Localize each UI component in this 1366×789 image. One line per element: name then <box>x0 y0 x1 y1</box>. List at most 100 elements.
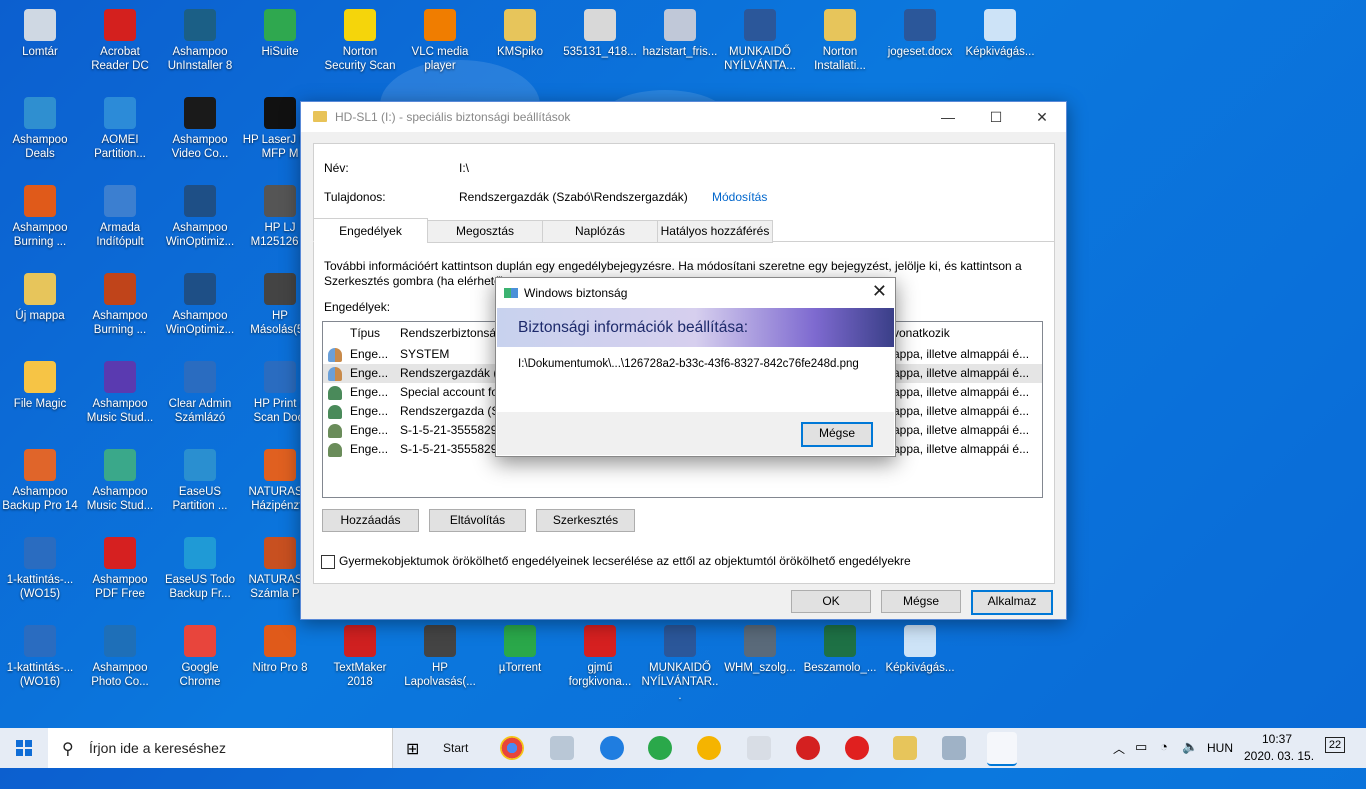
desktop-icon-label: MUNKAIDŐ NYÍLVÁNTA... <box>724 46 796 72</box>
desktop-icon[interactable]: HiSuite <box>241 1 319 59</box>
tab-effective-access[interactable]: Hatályos hozzáférés <box>657 220 773 243</box>
windows-start-icon[interactable] <box>16 740 32 756</box>
desktop-icon[interactable]: File Magic <box>1 353 79 411</box>
desktop-icon[interactable]: Ashampoo UnInstaller 8 <box>161 1 239 73</box>
desktop-icon[interactable]: MUNKAIDŐ NYÍLVÁNTAR... <box>641 617 719 703</box>
desktop-icon[interactable]: 535131_418... <box>561 1 639 59</box>
desktop-icon[interactable]: Ashampoo Music Stud... <box>81 441 159 513</box>
app-yellow-taskbar-icon[interactable] <box>697 736 721 760</box>
wifi-icon[interactable]: ◔ <box>1160 739 1168 779</box>
notification-center[interactable]: 22 <box>1322 737 1348 759</box>
desktop-icon[interactable]: EaseUS Partition ... <box>161 441 239 513</box>
folder-icon <box>504 9 536 41</box>
textmaker-taskbar-icon[interactable] <box>796 736 820 760</box>
desktop-icon[interactable]: Új mappa <box>1 265 79 323</box>
row-type: Enge... <box>350 366 389 380</box>
chrome-icon <box>184 625 216 657</box>
store-taskbar-icon[interactable] <box>747 736 771 760</box>
tab-permissions[interactable]: Engedélyek <box>313 218 428 242</box>
dialog-cancel-button[interactable]: Mégse <box>801 422 873 447</box>
desktop-icon-label: File Magic <box>13 398 67 410</box>
opera-taskbar-icon[interactable] <box>845 736 869 760</box>
desktop-icon[interactable]: Ashampoo PDF Free <box>81 529 159 601</box>
word-doc-icon <box>664 625 696 657</box>
desktop-icon[interactable]: EaseUS Todo Backup Fr... <box>161 529 239 601</box>
row-type: Enge... <box>350 404 389 418</box>
edge-taskbar-icon[interactable] <box>600 736 624 760</box>
desktop-icon[interactable]: Nitro Pro 8 <box>241 617 319 675</box>
desktop-icon[interactable]: HP Lapolvasás(... <box>401 617 479 689</box>
desktop-icon[interactable]: Norton Installati... <box>801 1 879 73</box>
desktop-icon[interactable]: TextMaker 2018 <box>321 617 399 689</box>
desktop-icon[interactable]: Lomtár <box>1 1 79 59</box>
row-principal: Rendszergazdák (Sz <box>400 366 498 380</box>
desktop-icon[interactable]: Norton Security Scan <box>321 1 399 73</box>
desktop-icon[interactable]: Képkivágás... <box>881 617 959 675</box>
remove-button[interactable]: Eltávolítás <box>429 509 526 532</box>
desktop-icon[interactable]: Ashampoo Burning ... <box>81 265 159 337</box>
close-button[interactable]: ✕ <box>1019 102 1065 132</box>
desktop-icon[interactable]: Beszamolo_... <box>801 617 879 675</box>
column-type[interactable]: Típus <box>350 324 380 343</box>
cancel-button[interactable]: Mégse <box>881 590 961 613</box>
desktop-icon[interactable]: Ashampoo Deals <box>1 89 79 161</box>
desktop-icon[interactable]: Ashampoo Burning ... <box>1 177 79 249</box>
app-green-taskbar-icon[interactable] <box>648 736 672 760</box>
paint-taskbar-icon[interactable] <box>942 736 966 760</box>
column-applies-to[interactable]: vonatkozik <box>893 324 1039 343</box>
clock-date[interactable]: 2020. 03. 15. <box>1244 749 1314 789</box>
row-applies-to: appa, illetve almappái é... <box>893 423 1030 437</box>
tab-auditing[interactable]: Naplózás <box>542 220 658 243</box>
task-view-icon[interactable]: ⊞ <box>406 739 419 759</box>
window-titlebar[interactable]: HD-SL1 (I:) - speciális biztonsági beáll… <box>301 102 1066 132</box>
taskbar-search[interactable]: ⚲ Írjon ide a kereséshez <box>48 728 393 768</box>
desktop-icon[interactable]: MUNKAIDŐ NYÍLVÁNTA... <box>721 1 799 73</box>
dialog-close-icon[interactable]: ✕ <box>872 281 887 302</box>
aomei-icon <box>104 97 136 129</box>
ok-button[interactable]: OK <box>791 590 871 613</box>
start-label[interactable]: Start <box>443 741 468 755</box>
owner-change-link[interactable]: Módosítás <box>712 190 767 204</box>
desktop-icon[interactable]: KMSpiko <box>481 1 559 59</box>
maximize-button[interactable]: ☐ <box>973 102 1019 132</box>
edit-button[interactable]: Szerkesztés <box>536 509 635 532</box>
file-explorer-taskbar-icon[interactable] <box>893 736 917 760</box>
explorer-active-taskbar-icon[interactable] <box>987 732 1017 766</box>
desktop-icon[interactable]: VLC media player <box>401 1 479 73</box>
desktop-icon[interactable]: Acrobat Reader DC <box>81 1 159 73</box>
desktop-icon[interactable]: AOMEI Partition... <box>81 89 159 161</box>
desktop-icon[interactable]: 1-kattintás-... (WO15) <box>1 529 79 601</box>
desktop-icon[interactable]: jogeset.docx <box>881 1 959 59</box>
desktop-icon[interactable]: Clear Admin Számlázó <box>161 353 239 425</box>
desktop-icon[interactable]: Ashampoo WinOptimiz... <box>161 177 239 249</box>
network-app-taskbar-icon[interactable] <box>550 736 574 760</box>
desktop-icon[interactable]: Ashampoo Video Co... <box>161 89 239 161</box>
chrome-taskbar-icon[interactable] <box>500 736 524 760</box>
desktop-icon[interactable]: Ashampoo WinOptimiz... <box>161 265 239 337</box>
desktop-icon-label: 1-kattintás-... (WO16) <box>6 662 74 688</box>
desktop-icon[interactable]: Ashampoo Photo Co... <box>81 617 159 689</box>
add-button[interactable]: Hozzáadás <box>322 509 419 532</box>
utorrent-icon <box>504 625 536 657</box>
desktop-icon[interactable]: Ashampoo Music Stud... <box>81 353 159 425</box>
desktop-icon[interactable]: Google Chrome <box>161 617 239 689</box>
desktop-icon[interactable]: Armada Indítópult <box>81 177 159 249</box>
desktop-icon[interactable]: Ashampoo Backup Pro 14 <box>1 441 79 513</box>
language-indicator[interactable]: HUN <box>1207 741 1233 781</box>
apply-button[interactable]: Alkalmaz <box>971 590 1053 615</box>
desktop-icon[interactable]: µTorrent <box>481 617 559 675</box>
column-principal[interactable]: Rendszerbiztonsága <box>400 324 498 343</box>
desktop-icon[interactable]: WHM_szolg... <box>721 617 799 675</box>
show-hidden-icons[interactable]: ︿ <box>1113 740 1125 780</box>
desktop-icon[interactable]: hazistart_fris... <box>641 1 719 59</box>
tab-sharing[interactable]: Megosztás <box>427 220 543 243</box>
battery-icon[interactable]: ▭ <box>1135 739 1147 779</box>
minimize-button[interactable]: — <box>925 102 971 132</box>
volume-icon[interactable]: 🔈 <box>1182 739 1198 779</box>
replace-permissions-checkbox[interactable] <box>321 555 335 569</box>
row-applies-to: appa, illetve almappái é... <box>893 366 1030 380</box>
desktop-icon[interactable]: gjmű forgkivona... <box>561 617 639 689</box>
acrobat-icon <box>104 9 136 41</box>
desktop-icon[interactable]: Képkivágás... <box>961 1 1039 59</box>
desktop-icon[interactable]: 1-kattintás-... (WO16) <box>1 617 79 689</box>
